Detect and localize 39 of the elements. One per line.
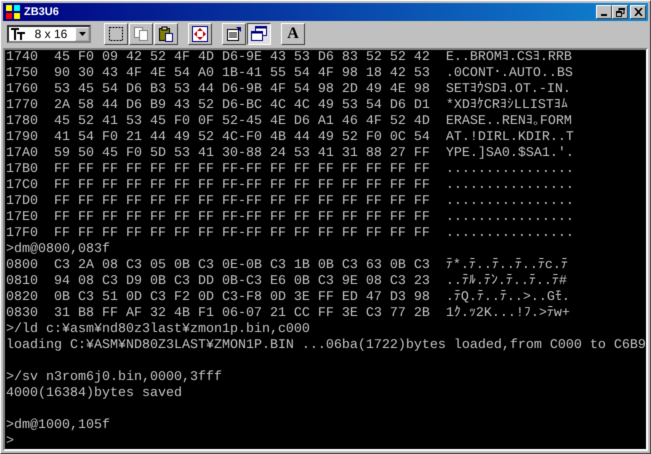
console-line: >dm@1000,105f xyxy=(6,418,111,434)
console-line: 1780 45 52 41 53 45 F0 0F 52-45 4E D6 A1 46 4F 52 4D ERASE..RENﾖ｡FORM xyxy=(6,114,573,130)
truetype-icon xyxy=(11,28,25,40)
console-line: 17D0 FF FF FF FF FF FF FF FF-FF FF FF FF FF FF FF FF ................ xyxy=(6,194,575,210)
console-line: 1770 2A 58 44 D6 B9 43 52 D6-BC 4C 4C 49 53 54 D6 D1 *XDﾖｹCRﾖｼLLISTﾖﾑ xyxy=(6,98,569,114)
app-icon xyxy=(5,4,21,20)
console-line: 1740 45 F0 09 42 52 4F 4D D6-9E 43 53 D6 83 52 52 42 E..BROMﾖ.CSﾖ.RRB xyxy=(6,50,573,66)
paste-button[interactable] xyxy=(154,23,178,45)
caret-icon xyxy=(78,32,86,36)
mark-button[interactable] xyxy=(104,23,128,45)
console-line: 1760 53 45 54 D6 B3 53 44 D6-9B 4F 54 98 2D 49 4E 98 SETﾖｳSDﾖ.OT.-IN. xyxy=(6,82,572,98)
console-line: 0800 C3 2A 08 C3 05 0B C3 0E-0B C3 1B 0B C3 63 0B C3 ﾃ*.ﾃ..ﾃ..ﾃ..ﾃc.ﾃ xyxy=(6,258,569,274)
console-line: > xyxy=(6,434,15,449)
font-button[interactable]: A xyxy=(281,23,305,45)
restore-button[interactable] xyxy=(612,5,628,19)
fullscreen-button[interactable] xyxy=(188,23,212,45)
console-line: 0810 94 08 C3 D9 0B C3 DD 0B-C3 E6 0B C3 9E 08 C3 23 ..ﾃﾙ.ﾃﾝ.ﾃ..ﾃ..ﾃ# xyxy=(6,274,568,290)
console-line: 0820 0B C3 51 0D C3 F2 0D C3-F8 0D 3E FF ED 47 D3 98 .ﾃQ.ﾃ..ﾃ..>..Gﾓ. xyxy=(6,290,571,306)
window-title: ZB3U6 xyxy=(24,6,59,18)
console-line: >/sv n3rom6j0.bin,0000,3fff xyxy=(6,370,223,386)
console-line: 4000(16384)bytes saved xyxy=(6,386,183,402)
console-line: 1750 90 30 43 4F 4E 54 A0 1B-41 55 54 4F 98 18 42 53 .0CONT･.AUTO..BS xyxy=(6,66,574,82)
copy-button[interactable] xyxy=(129,23,153,45)
close-button[interactable] xyxy=(630,5,646,19)
console-line: 0830 31 B8 FF AF 32 4B F1 06-07 21 CC FF 3E C3 77 2B 1ｸ.ｯ2K...!ﾌ.>ﾃw+ xyxy=(6,306,571,322)
console-line: 17C0 FF FF FF FF FF FF FF FF-FF FF FF FF FF FF FF FF ................ xyxy=(6,178,575,194)
font-size-dropdown[interactable]: 8 x 16 xyxy=(7,25,91,43)
console-line: loading C:¥ASM¥ND80Z3LAST¥ZMON1P.BIN ...06ba(1722)bytes loaded,from C000 to C6B9 xyxy=(6,338,645,354)
minimize-button[interactable] xyxy=(596,5,612,19)
console-line: 17E0 FF FF FF FF FF FF FF FF-FF FF FF FF FF FF FF FF ................ xyxy=(6,210,575,226)
console-line: 17A0 59 50 45 F0 5D 53 41 30-88 24 53 41 31 88 27 FF YPE.]SA0.$SA1.'. xyxy=(6,146,575,162)
restore-icon xyxy=(616,8,624,16)
console-line: >/ld c:¥asm¥nd80z3last¥zmon1p.bin,c000 xyxy=(6,322,311,338)
console-line: 17B0 FF FF FF FF FF FF FF FF-FF FF FF FF FF FF FF FF ................ xyxy=(6,162,575,178)
console-line: 17F0 FF FF FF FF FF FF FF FF-FF FF FF FF FF FF FF FF ................ xyxy=(6,226,575,242)
console-line: >dm@0800,083f xyxy=(6,242,111,258)
close-icon xyxy=(634,8,642,16)
properties-button[interactable] xyxy=(222,23,246,45)
console-line: 1790 41 54 F0 21 44 49 52 4C-F0 4B 44 49 52 F0 0C 54 AT.!DIRL.KDIR..T xyxy=(6,130,575,146)
